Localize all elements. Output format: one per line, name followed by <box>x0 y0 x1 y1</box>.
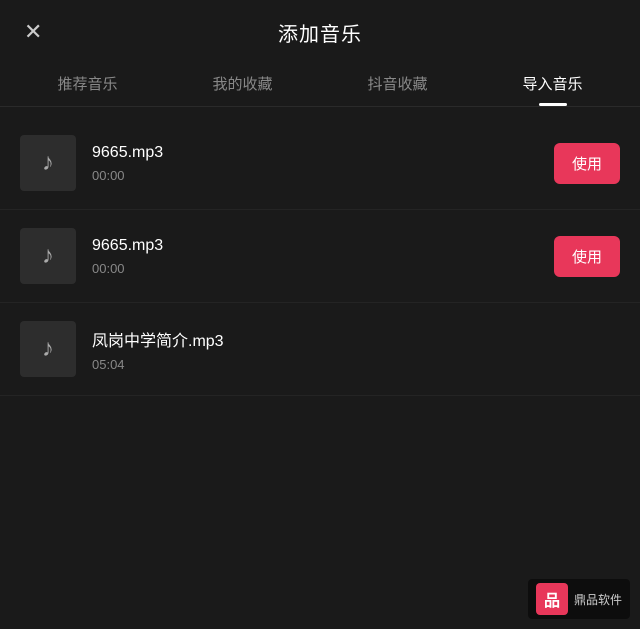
header: ✕ 添加音乐 <box>0 0 640 63</box>
list-item: ♪ 9665.mp3 00:00 使用 <box>0 117 640 210</box>
tab-my-favorites[interactable]: 我的收藏 <box>165 73 320 106</box>
music-info: 9665.mp3 00:00 <box>92 237 538 276</box>
list-item: ♪ 9665.mp3 00:00 使用 <box>0 210 640 303</box>
tab-bar: 推荐音乐 我的收藏 抖音收藏 导入音乐 <box>0 63 640 107</box>
watermark: 品 鼎品软件 <box>528 579 630 619</box>
music-thumbnail: ♪ <box>20 228 76 284</box>
music-info: 9665.mp3 00:00 <box>92 144 538 183</box>
watermark-text: 鼎品软件 <box>574 591 622 608</box>
music-name: 凤岗中学简介.mp3 <box>92 327 532 351</box>
music-note-icon: ♪ <box>42 335 54 363</box>
music-duration: 05:04 <box>92 357 532 372</box>
music-name: 9665.mp3 <box>92 237 538 255</box>
music-duration: 00:00 <box>92 261 538 276</box>
music-name: 9665.mp3 <box>92 144 538 162</box>
music-duration: 00:00 <box>92 168 538 183</box>
music-info: 凤岗中学简介.mp3 05:04 <box>92 327 532 372</box>
use-button[interactable]: 使用 <box>554 143 620 184</box>
use-button[interactable]: 使用 <box>554 236 620 277</box>
music-note-icon: ♪ <box>42 149 54 177</box>
tab-import-music[interactable]: 导入音乐 <box>475 73 630 106</box>
watermark-logo: 品 <box>536 583 568 615</box>
music-list: ♪ 9665.mp3 00:00 使用 ♪ 9665.mp3 00:00 使用 … <box>0 107 640 406</box>
list-item: ♪ 凤岗中学简介.mp3 05:04 <box>0 303 640 396</box>
music-note-icon: ♪ <box>42 242 54 270</box>
tab-douyin-favorites[interactable]: 抖音收藏 <box>320 73 475 106</box>
music-thumbnail: ♪ <box>20 135 76 191</box>
tab-recommended-music[interactable]: 推荐音乐 <box>10 73 165 106</box>
close-button[interactable]: ✕ <box>24 21 42 43</box>
music-thumbnail: ♪ <box>20 321 76 377</box>
header-title: 添加音乐 <box>278 18 362 47</box>
